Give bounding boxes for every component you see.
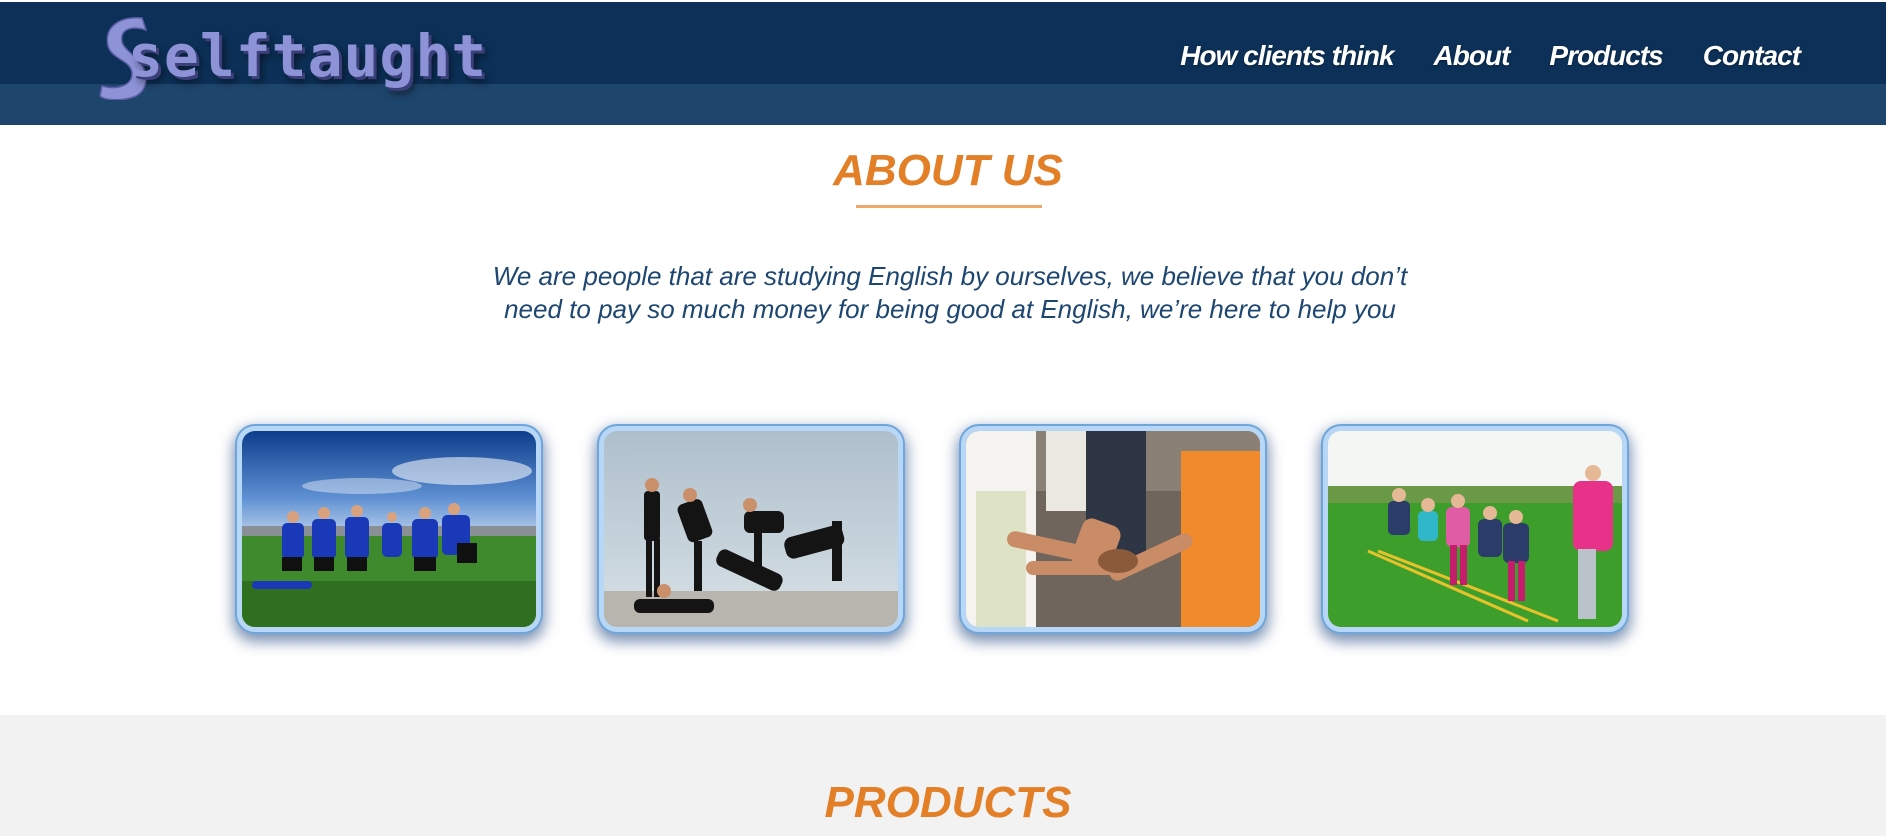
- about-description: We are people that are studying English …: [492, 261, 1408, 324]
- soccer-team-photo: [237, 426, 541, 632]
- title-underline: [856, 205, 1042, 208]
- kids-playing-photo: [1323, 426, 1627, 632]
- nav-how-clients-think[interactable]: How clients think: [1180, 40, 1394, 72]
- dancers-photo: [599, 426, 903, 632]
- nav-products[interactable]: Products: [1549, 40, 1663, 72]
- site-logo[interactable]: selftaught: [98, 16, 486, 102]
- logo-text: selftaught: [128, 22, 488, 90]
- nav-contact[interactable]: Contact: [1703, 40, 1801, 72]
- hands-together-photo: [961, 426, 1265, 632]
- about-title: ABOUT US: [833, 146, 1063, 195]
- main-nav: How clients think About Products Contact: [1180, 40, 1801, 72]
- nav-about[interactable]: About: [1434, 40, 1511, 72]
- products-title: PRODUCTS: [824, 778, 1072, 827]
- site-header: selftaught How clients think About Produ…: [0, 0, 1886, 125]
